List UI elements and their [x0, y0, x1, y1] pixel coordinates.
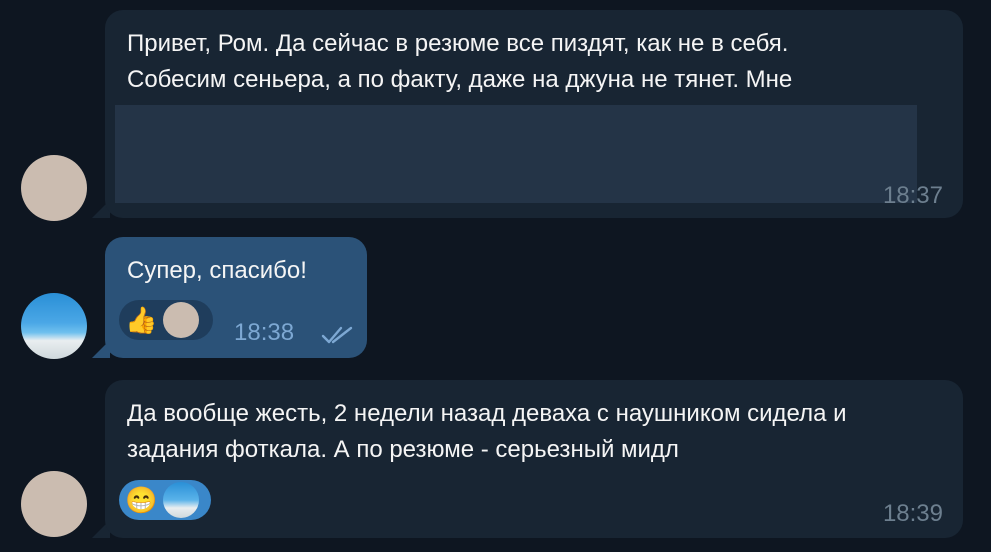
message-bubble-incoming[interactable]: Привет, Ром. Да сейчас в резюме все пизд…: [105, 10, 963, 218]
double-check-icon: [321, 326, 353, 344]
reaction-pill[interactable]: 😁: [119, 480, 211, 520]
message-bubble-incoming[interactable]: Да вообще жесть, 2 недели назад деваха с…: [105, 380, 963, 538]
reactor-avatar: [163, 482, 199, 518]
message-text: Привет, Ром. Да сейчас в резюме все пизд…: [127, 30, 793, 93]
thumbs-up-reaction: 👍: [125, 305, 158, 335]
avatar[interactable]: [21, 155, 87, 221]
grin-reaction: 😁: [125, 485, 158, 515]
message-time: 18:39: [882, 500, 943, 527]
message-text: Супер, спасибо!: [127, 257, 307, 284]
redacted-area: [115, 105, 917, 203]
avatar[interactable]: [21, 471, 87, 537]
avatar[interactable]: [21, 293, 87, 359]
reactor-avatar: [163, 302, 199, 338]
reaction-pill[interactable]: 👍: [119, 300, 213, 340]
message-bubble-outgoing[interactable]: Супер, спасибо! 👍 18:38: [105, 237, 367, 358]
message-time: 18:37: [882, 182, 943, 209]
message-time: 18:38: [234, 319, 295, 346]
message-text: Да вообще жесть, 2 недели назад деваха с…: [127, 400, 847, 463]
